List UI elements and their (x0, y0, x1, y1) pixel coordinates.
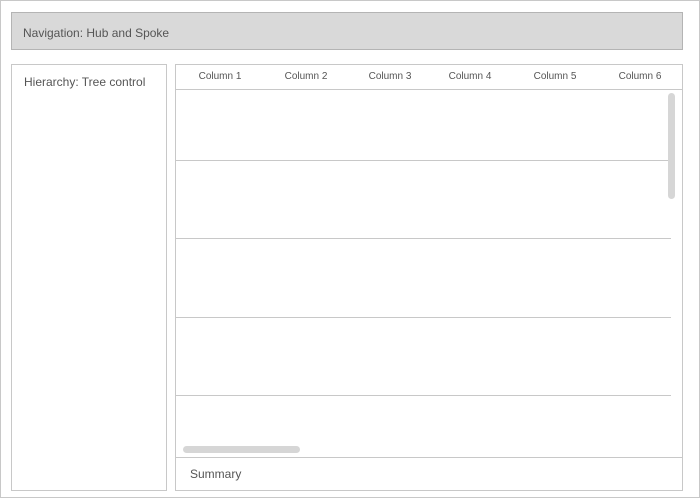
navigation-bar[interactable]: Navigation: Hub and Spoke (11, 12, 683, 50)
vertical-scrollbar-thumb[interactable] (668, 93, 675, 199)
table-header-row: Column 1 Column 2 Column 3 Column 4 Colu… (176, 65, 682, 90)
summary-label: Summary (190, 467, 242, 481)
column-header-5[interactable]: Column 5 (515, 71, 595, 83)
navigation-label: Navigation: Hub and Spoke (23, 26, 170, 40)
wireframe-window: Navigation: Hub and Spoke Hierarchy: Tre… (0, 0, 700, 498)
column-header-4[interactable]: Column 4 (430, 71, 510, 83)
data-table[interactable]: Column 1 Column 2 Column 3 Column 4 Colu… (175, 64, 683, 491)
horizontal-scrollbar-thumb[interactable] (183, 446, 300, 453)
column-header-2[interactable]: Column 2 (266, 71, 346, 83)
summary-bar: Summary (176, 457, 682, 491)
table-row-divider (176, 317, 671, 318)
table-row-divider (176, 238, 671, 239)
column-header-3[interactable]: Column 3 (350, 71, 430, 83)
table-row-divider (176, 160, 671, 161)
hierarchy-label: Hierarchy: Tree control (24, 75, 146, 89)
hierarchy-tree-panel[interactable]: Hierarchy: Tree control (11, 64, 167, 491)
table-row-divider (176, 395, 671, 396)
column-header-6[interactable]: Column 6 (600, 71, 680, 83)
column-header-1[interactable]: Column 1 (180, 71, 260, 83)
